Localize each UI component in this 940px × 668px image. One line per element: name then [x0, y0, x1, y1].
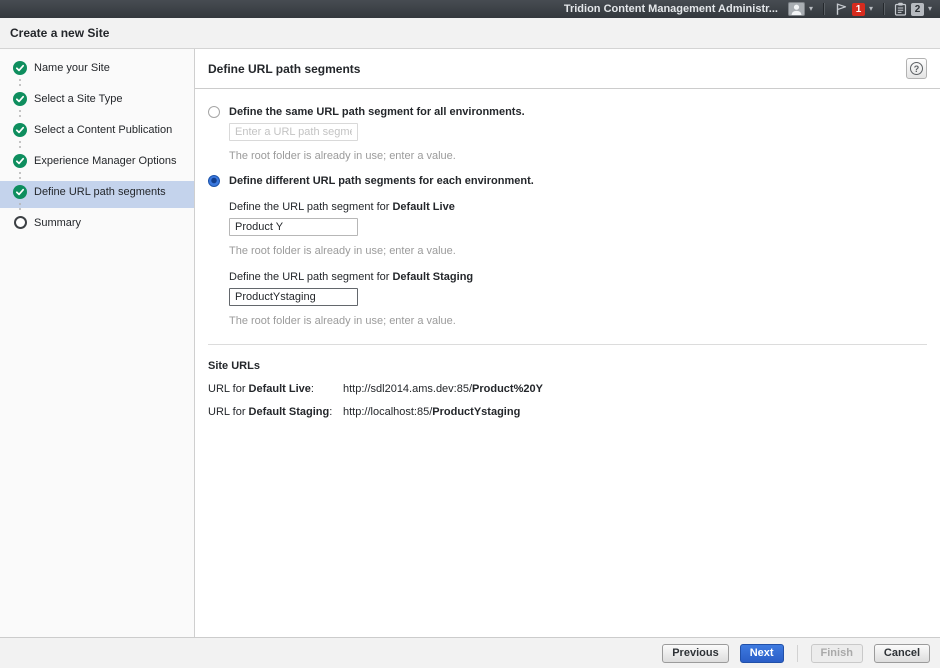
wizard-step-summary[interactable]: Summary [0, 212, 194, 233]
default-staging-segment-label: Define the URL path segment for Default … [229, 271, 927, 283]
step-pending-circle-icon [13, 216, 27, 230]
topbar-app-title: Tridion Content Management Administr... [564, 3, 778, 15]
step-complete-check-icon [13, 123, 27, 137]
site-url-value: http://sdl2014.ams.dev:85/Product%20Y [343, 383, 543, 395]
page-title: Define URL path segments [208, 62, 906, 76]
url-label-prefix: URL for [208, 406, 249, 418]
site-url-label: URL for Default Live: [208, 383, 343, 395]
root-folder-hint: The root folder is already in use; enter… [229, 245, 927, 257]
field-label-prefix: Define the URL path segment for [229, 271, 392, 283]
field-label-prefix: Define the URL path segment for [229, 201, 392, 213]
previous-button[interactable]: Previous [662, 644, 728, 663]
url-label-prefix: URL for [208, 383, 249, 395]
same-url-segment-input[interactable] [229, 123, 358, 141]
wizard-steps-sidebar: Name your Site Select a Site Type Select… [0, 49, 195, 637]
site-url-value: http://localhost:85/ProductYstaging [343, 406, 520, 418]
caret-down-icon: ▾ [928, 5, 932, 13]
step-complete-check-icon [13, 154, 27, 168]
next-button[interactable]: Next [740, 644, 784, 663]
radio-different-url-segments-label[interactable]: Define different URL path segments for e… [229, 175, 534, 187]
section-divider [208, 344, 927, 345]
site-url-label: URL for Default Staging: [208, 406, 343, 418]
cancel-button[interactable]: Cancel [874, 644, 930, 663]
option-same-url-segment: Define the same URL path segment for all… [208, 106, 927, 118]
url-label-suffix: : [329, 406, 332, 418]
step-complete-check-icon [13, 185, 27, 199]
environment-name: Default Live [249, 383, 311, 395]
footer-toolbar: Previous Next Finish Cancel [0, 637, 940, 668]
caret-down-icon: ▾ [869, 5, 873, 13]
help-button[interactable]: ? [906, 58, 927, 79]
user-menu-button[interactable]: ▾ [788, 2, 813, 16]
url-base: http://localhost:85/ [343, 406, 432, 418]
help-icon: ? [910, 62, 923, 75]
flag-icon [834, 2, 848, 16]
environment-name: Default Staging [392, 271, 473, 283]
step-connector [0, 140, 194, 150]
topbar-divider [823, 3, 824, 15]
wizard-step-select-site-type[interactable]: Select a Site Type [0, 88, 194, 119]
wizard-step-define-url-path-segments[interactable]: Define URL path segments [0, 181, 194, 212]
option-different-url-segments: Define different URL path segments for e… [208, 175, 927, 187]
dialog-titlebar: Create a new Site [0, 18, 940, 49]
step-label: Select a Site Type [34, 93, 122, 105]
clipboard-icon [894, 2, 907, 16]
wizard-container: Name your Site Select a Site Type Select… [0, 49, 940, 637]
caret-down-icon: ▾ [809, 5, 813, 13]
step-label: Experience Manager Options [34, 155, 176, 167]
url-segment: ProductYstaging [432, 406, 520, 418]
url-segment: Product%20Y [472, 383, 543, 395]
url-label-suffix: : [311, 383, 314, 395]
radio-same-url-segment-label[interactable]: Define the same URL path segment for all… [229, 106, 525, 118]
step-label: Select a Content Publication [34, 124, 172, 136]
step-complete-check-icon [13, 92, 27, 106]
wizard-step-name-your-site[interactable]: Name your Site [0, 57, 194, 88]
root-folder-hint: The root folder is already in use; enter… [229, 315, 927, 327]
step-connector [0, 78, 194, 88]
main-header: Define URL path segments ? [195, 49, 940, 89]
default-live-segment-input[interactable] [229, 218, 358, 236]
url-base: http://sdl2014.ams.dev:85/ [343, 383, 472, 395]
footer-divider [797, 645, 798, 662]
environment-name: Default Staging [249, 406, 330, 418]
alerts-menu-button[interactable]: 1 ▾ [834, 2, 873, 16]
step-complete-check-icon [13, 61, 27, 75]
finish-button: Finish [811, 644, 863, 663]
default-staging-segment-input[interactable] [229, 288, 358, 306]
radio-different-url-segments[interactable] [208, 175, 220, 187]
step-label: Name your Site [34, 62, 110, 74]
dialog-title: Create a new Site [10, 26, 109, 40]
root-folder-hint: The root folder is already in use; enter… [229, 150, 927, 162]
queue-menu-button[interactable]: 2 ▾ [894, 2, 932, 16]
site-url-row: URL for Default Staging: http://localhos… [208, 406, 927, 418]
default-live-segment-label: Define the URL path segment for Default … [229, 201, 927, 213]
step-label: Define URL path segments [34, 186, 166, 198]
environment-name: Default Live [392, 201, 454, 213]
wizard-step-experience-manager-options[interactable]: Experience Manager Options [0, 150, 194, 181]
topbar: Tridion Content Management Administr... … [0, 0, 940, 18]
user-avatar-icon [788, 2, 805, 16]
wizard-step-select-content-publication[interactable]: Select a Content Publication [0, 119, 194, 150]
wizard-main-panel: Define URL path segments ? Define the sa… [195, 49, 940, 637]
main-body: Define the same URL path segment for all… [195, 89, 940, 418]
step-label: Summary [34, 217, 81, 229]
site-urls-heading: Site URLs [208, 360, 927, 372]
step-connector [0, 171, 194, 181]
queue-count-badge: 2 [911, 3, 924, 16]
radio-same-url-segment[interactable] [208, 106, 220, 118]
site-url-row: URL for Default Live: http://sdl2014.ams… [208, 383, 927, 395]
alerts-count-badge: 1 [852, 3, 865, 16]
step-connector [0, 109, 194, 119]
step-connector [0, 202, 194, 212]
topbar-divider [883, 3, 884, 15]
